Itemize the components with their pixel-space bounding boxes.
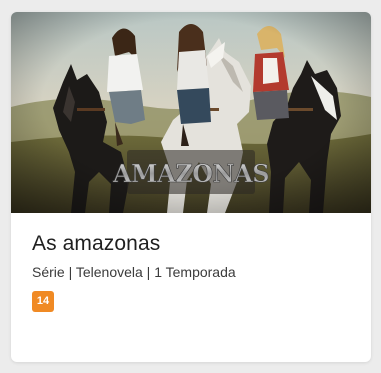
age-rating-badge: 14 (32, 291, 54, 312)
poster-image[interactable]: AMAZONAS (11, 12, 371, 213)
poster-logo-text: AMAZONAS (112, 159, 269, 188)
card-info: As amazonas Série | Telenovela | 1 Tempo… (32, 231, 355, 281)
show-meta: Série | Telenovela | 1 Temporada (32, 264, 236, 280)
title-card[interactable]: AMAZONAS As amazonas Série | Telenovela … (11, 12, 371, 362)
show-title[interactable]: As amazonas (32, 231, 355, 257)
poster-artwork: AMAZONAS (11, 12, 371, 213)
